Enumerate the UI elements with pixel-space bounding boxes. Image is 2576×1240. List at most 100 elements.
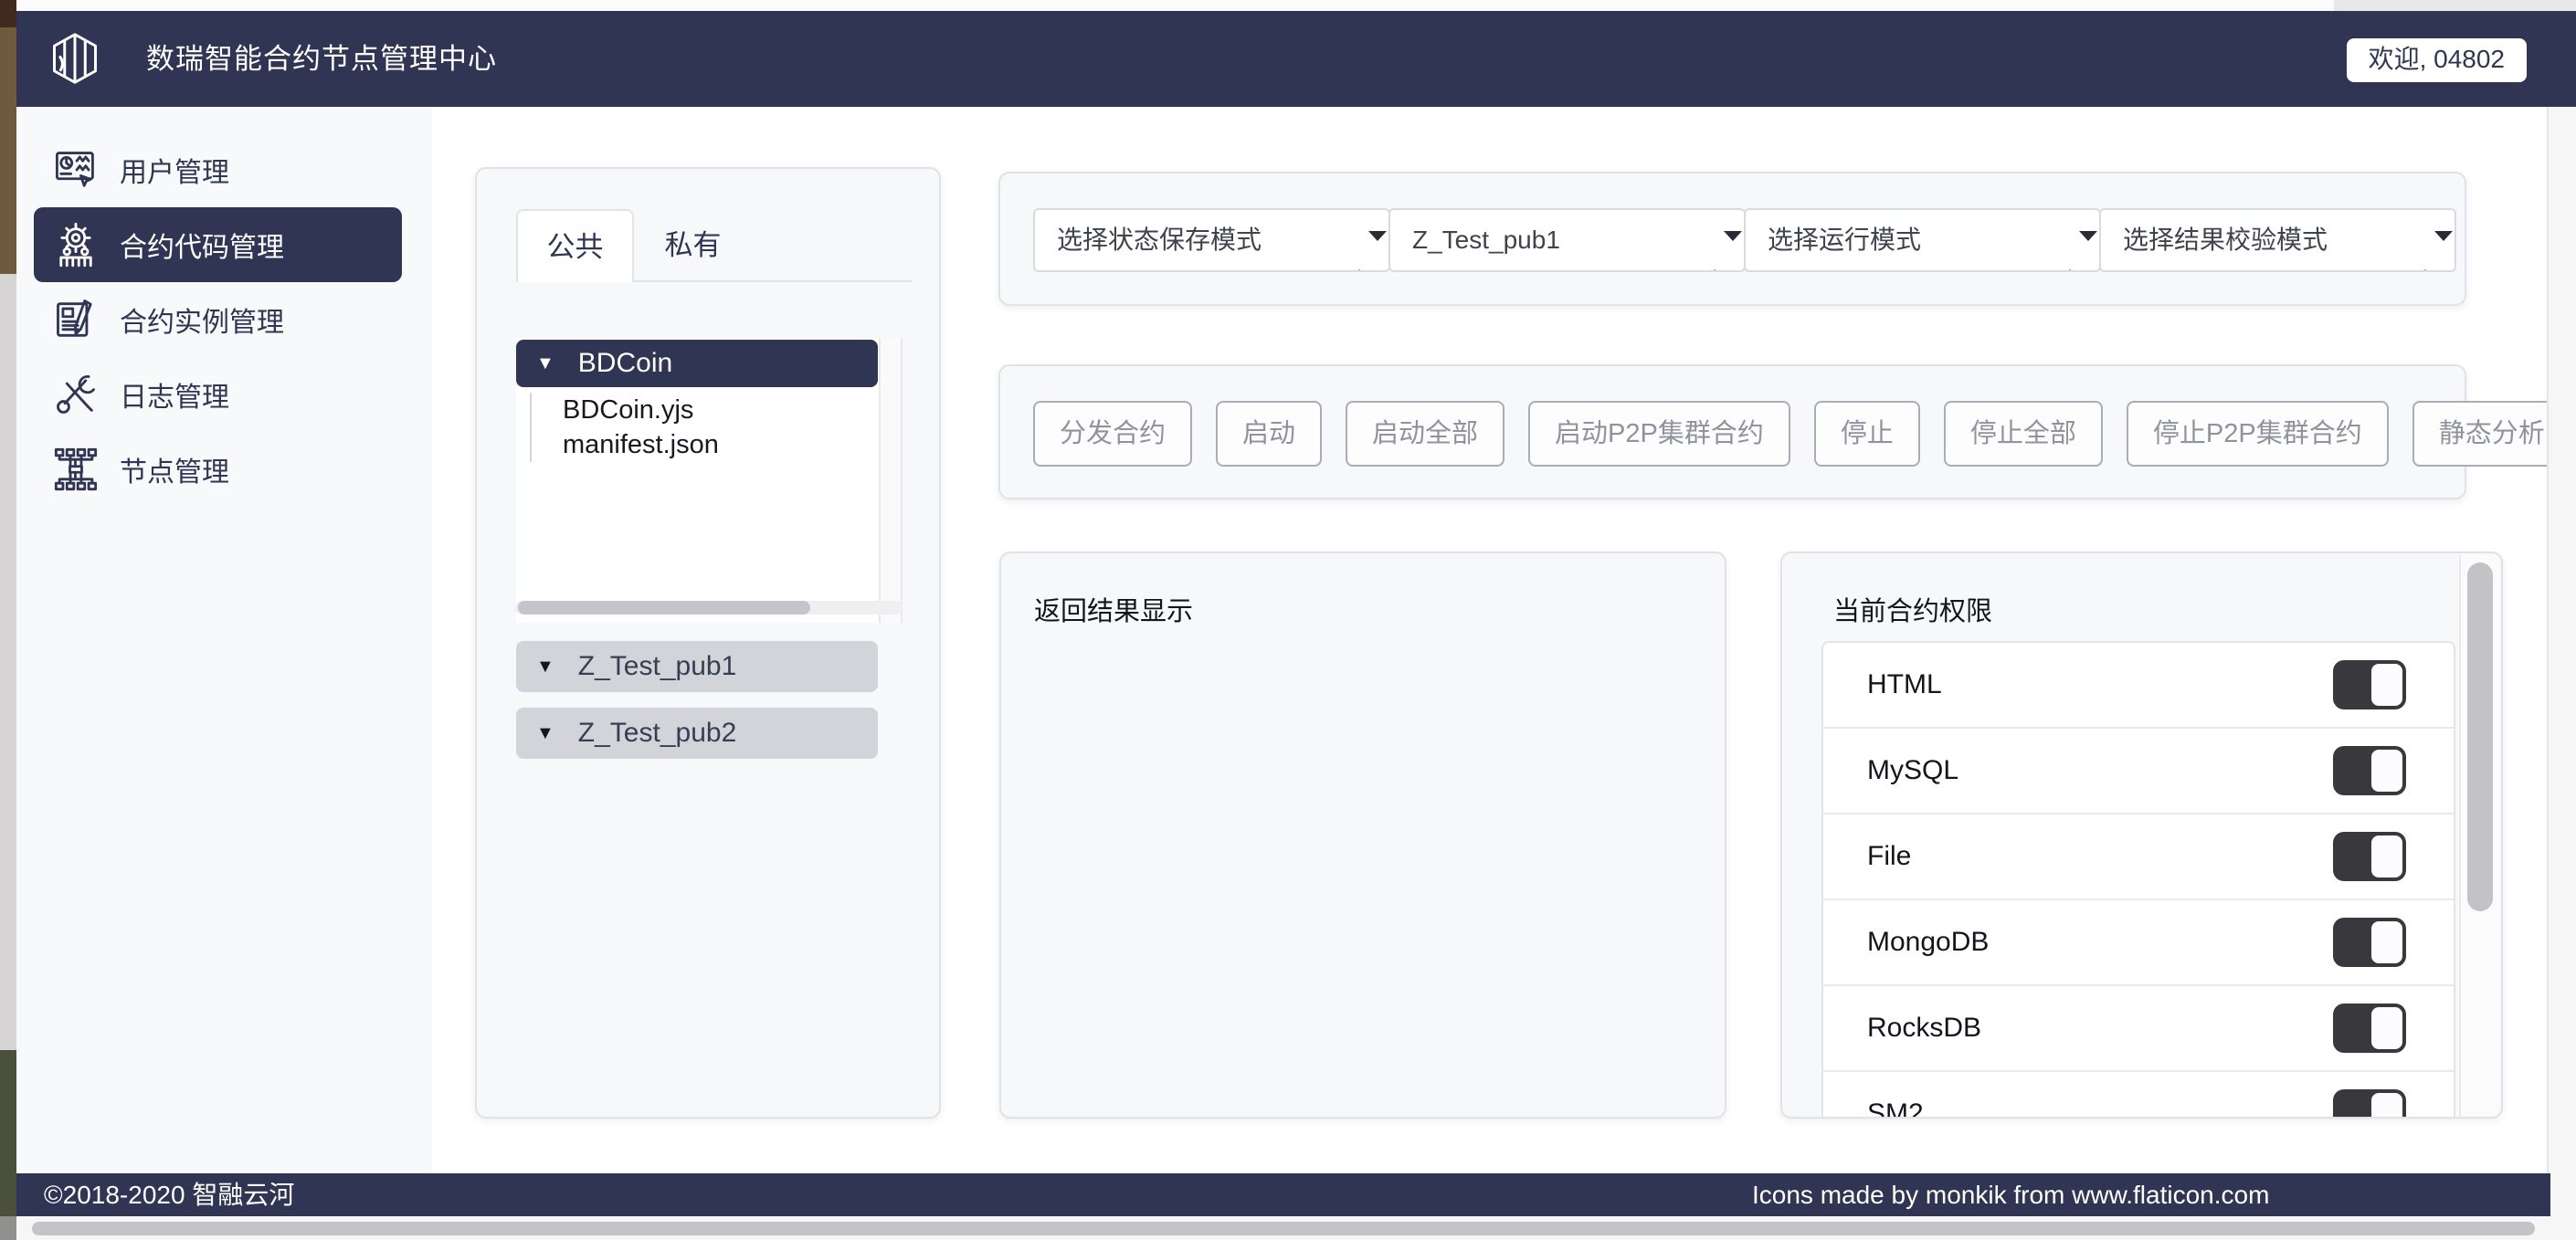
page-horizontal-scrollbar[interactable] bbox=[16, 1216, 2576, 1240]
tree-file-item[interactable]: BDCoin.yjs bbox=[563, 393, 719, 427]
permission-row-file: File bbox=[1823, 814, 2454, 900]
toggle-knob bbox=[2371, 1007, 2402, 1049]
tree-children: BDCoin.yjs manifest.json bbox=[530, 393, 719, 462]
permissions-list: HTML MySQL File MongoDB RocksDB SM2 bbox=[1821, 641, 2455, 1119]
permissions-vertical-scrollbar-thumb[interactable] bbox=[2467, 562, 2493, 911]
log-icon bbox=[52, 371, 100, 418]
caret-down-icon: ▼ bbox=[536, 353, 554, 374]
icons-credit-text: Icons made by monkik from www.flaticon.c… bbox=[1752, 1173, 2269, 1216]
permission-label: MySQL bbox=[1867, 755, 1958, 786]
sidebar-item-contract-code-management[interactable]: 合约代码管理 bbox=[34, 207, 402, 282]
select-arrows-icon bbox=[2416, 226, 2434, 272]
app-logo-icon bbox=[48, 31, 102, 86]
sidebar-item-label: 日志管理 bbox=[120, 374, 229, 415]
start-p2p-cluster-button[interactable]: 启动P2P集群合约 bbox=[1528, 401, 1790, 467]
app-root: 数瑞智能合约节点管理中心 欢迎, 04802 用户管理 bbox=[0, 0, 2576, 1240]
start-all-button[interactable]: 启动全部 bbox=[1346, 401, 1504, 467]
tree-node-label: Z_Test_pub2 bbox=[578, 718, 736, 749]
sidebar-item-label: 合约代码管理 bbox=[120, 225, 284, 265]
select-arrows-icon bbox=[1705, 226, 1724, 272]
toggle-knob bbox=[2371, 921, 2402, 963]
top-navbar: 数瑞智能合约节点管理中心 欢迎, 04802 bbox=[16, 11, 2576, 107]
desktop-edge-artifact bbox=[0, 1050, 16, 1216]
result-panel-title: 返回结果显示 bbox=[1034, 590, 1193, 628]
tab-public[interactable]: 公共 bbox=[516, 209, 634, 282]
permission-row-rocksdb: RocksDB bbox=[1823, 986, 2454, 1072]
permission-toggle[interactable] bbox=[2333, 1089, 2406, 1119]
permission-label: SM2 bbox=[1867, 1098, 1924, 1119]
sidebar-item-label: 用户管理 bbox=[120, 150, 229, 190]
toggle-knob bbox=[2371, 750, 2402, 792]
select-value: 选择运行模式 bbox=[1768, 226, 1921, 254]
sidebar-item-label: 合约实例管理 bbox=[120, 299, 284, 340]
contract-code-icon bbox=[52, 221, 100, 268]
permissions-vertical-scrollbar[interactable] bbox=[2459, 555, 2499, 1119]
contract-actions-panel: 分发合约 启动 启动全部 启动P2P集群合约 停止 停止全部 停止P2P集群合约… bbox=[998, 364, 2466, 499]
sidebar-menu: 用户管理 合约代码管理 bbox=[34, 132, 402, 507]
sidebar: 用户管理 合约代码管理 bbox=[16, 107, 432, 1173]
tree-vertical-scrollbar[interactable] bbox=[879, 338, 903, 623]
run-mode-select[interactable]: 选择运行模式 bbox=[1744, 208, 2101, 272]
permission-toggle[interactable] bbox=[2333, 832, 2406, 881]
contract-select[interactable]: Z_Test_pub1 bbox=[1388, 208, 1746, 272]
permission-toggle[interactable] bbox=[2333, 1004, 2406, 1053]
stop-button[interactable]: 停止 bbox=[1814, 401, 1920, 467]
caret-down-icon: ▼ bbox=[536, 657, 554, 678]
tab-private[interactable]: 私有 bbox=[634, 209, 752, 282]
permission-toggle[interactable] bbox=[2333, 918, 2406, 967]
tree-horizontal-scrollbar[interactable] bbox=[515, 601, 903, 615]
result-verify-mode-select[interactable]: 选择结果校验模式 bbox=[2099, 208, 2456, 272]
desktop-edge-artifact bbox=[0, 274, 16, 1050]
select-value: Z_Test_pub1 bbox=[1412, 226, 1560, 254]
permissions-panel: 当前合约权限 HTML MySQL File MongoDB RocksDB bbox=[1780, 552, 2503, 1119]
sidebar-item-node-management[interactable]: 节点管理 bbox=[34, 432, 402, 507]
distribute-contract-button[interactable]: 分发合约 bbox=[1033, 401, 1192, 467]
tree-node-label: BDCoin bbox=[578, 348, 672, 379]
mode-select-panel: 选择状态保存模式 Z_Test_pub1 选择运行模式 选择结果校验模式 bbox=[998, 172, 2466, 306]
welcome-user-button[interactable]: 欢迎, 04802 bbox=[2347, 38, 2527, 82]
window-top-strip bbox=[2334, 0, 2576, 11]
tree-node-z-test-pub2[interactable]: ▼ Z_Test_pub2 bbox=[516, 708, 878, 759]
permission-row-mongodb: MongoDB bbox=[1823, 900, 2454, 986]
page-horizontal-scrollbar-thumb[interactable] bbox=[32, 1222, 2535, 1235]
caret-down-icon: ▼ bbox=[536, 723, 554, 744]
result-panel: 返回结果显示 bbox=[999, 552, 1726, 1119]
start-button[interactable]: 启动 bbox=[1216, 401, 1322, 467]
footer: ©2018-2020 智融云河 Icons made by monkik fro… bbox=[16, 1173, 2550, 1216]
state-save-mode-select[interactable]: 选择状态保存模式 bbox=[1033, 208, 1390, 272]
page-vertical-scrollbar[interactable] bbox=[2547, 107, 2576, 1216]
select-arrows-icon bbox=[2061, 226, 2079, 272]
permission-toggle[interactable] bbox=[2333, 660, 2406, 709]
sidebar-item-contract-instance-management[interactable]: 合约实例管理 bbox=[34, 282, 402, 357]
permission-label: RocksDB bbox=[1867, 1013, 1981, 1044]
permissions-panel-title: 当前合约权限 bbox=[1833, 590, 1992, 628]
contract-tree: ▼ BDCoin BDCoin.yjs manifest.json ▼ Z_Te… bbox=[516, 338, 879, 623]
permission-row-sm2: SM2 bbox=[1823, 1072, 2454, 1119]
stop-p2p-cluster-button[interactable]: 停止P2P集群合约 bbox=[2127, 401, 2389, 467]
toggle-knob bbox=[2371, 835, 2402, 877]
permission-label: MongoDB bbox=[1867, 927, 1989, 958]
tree-node-z-test-pub1[interactable]: ▼ Z_Test_pub1 bbox=[516, 641, 878, 692]
node-icon bbox=[52, 446, 100, 493]
toggle-knob bbox=[2371, 664, 2402, 706]
desktop-edge-artifact bbox=[0, 27, 16, 274]
contract-tree-panel: 公共 私有 ▼ BDCoin BDCoin.yjs manifest.json … bbox=[475, 167, 941, 1119]
user-management-icon bbox=[52, 146, 100, 194]
permission-label: HTML bbox=[1867, 669, 1942, 700]
sidebar-item-user-management[interactable]: 用户管理 bbox=[34, 132, 402, 207]
tree-node-bdcoin[interactable]: ▼ BDCoin bbox=[516, 340, 878, 387]
sidebar-item-log-management[interactable]: 日志管理 bbox=[34, 357, 402, 432]
desktop-edge-artifact bbox=[0, 1216, 16, 1240]
stop-all-button[interactable]: 停止全部 bbox=[1944, 401, 2103, 467]
select-value: 选择结果校验模式 bbox=[2123, 226, 2328, 254]
permission-toggle[interactable] bbox=[2333, 746, 2406, 795]
window-top-strip bbox=[16, 0, 2334, 11]
tree-file-item[interactable]: manifest.json bbox=[563, 427, 719, 462]
toggle-knob bbox=[2371, 1093, 2402, 1119]
tree-node-label: Z_Test_pub1 bbox=[578, 651, 736, 682]
contract-instance-icon bbox=[52, 296, 100, 343]
tree-horizontal-scrollbar-thumb[interactable] bbox=[518, 601, 810, 615]
desktop-edge-artifact bbox=[0, 0, 16, 27]
sidebar-item-label: 节点管理 bbox=[120, 449, 229, 489]
permission-row-html: HTML bbox=[1823, 643, 2454, 729]
